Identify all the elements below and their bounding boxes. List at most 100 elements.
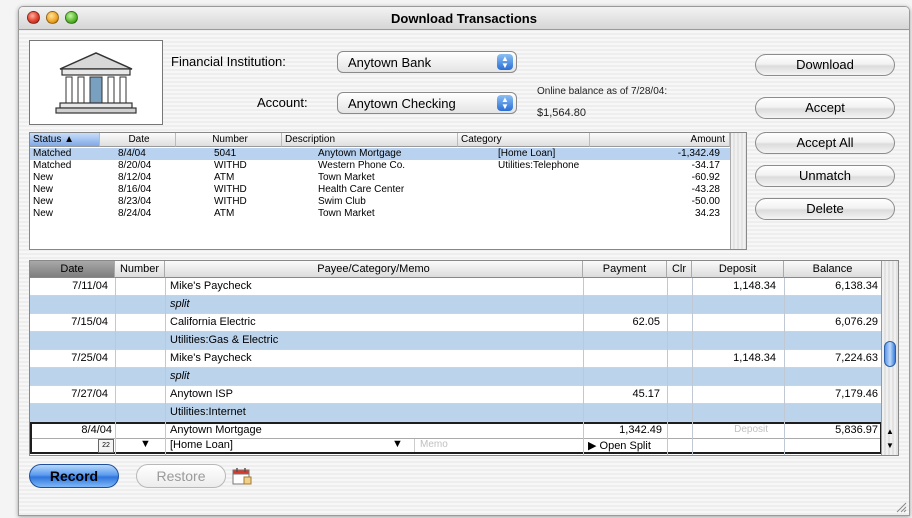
register-deposit-header[interactable]: Deposit bbox=[692, 261, 784, 278]
row-date: 8/4/04 bbox=[118, 148, 146, 159]
row-status: New bbox=[33, 196, 54, 207]
register-scroll-thumb[interactable] bbox=[884, 341, 896, 367]
row-amount: -1,342.49 bbox=[677, 148, 720, 159]
row-status: New bbox=[33, 184, 54, 195]
row-description: Town Market bbox=[318, 172, 375, 183]
register-payment: 45.17 bbox=[632, 388, 660, 400]
register-payment-header[interactable]: Payment bbox=[583, 261, 667, 278]
row-description: Western Phone Co. bbox=[318, 160, 406, 171]
calendar-icon[interactable] bbox=[231, 466, 253, 486]
row-date: 8/16/04 bbox=[118, 184, 152, 195]
row-number: WITHD bbox=[214, 184, 247, 195]
resize-grip-icon[interactable] bbox=[895, 501, 907, 513]
popup-arrows-icon: ▲ ▼ bbox=[497, 95, 513, 111]
download-row[interactable]: New 8/24/04 ATM Town Market 34.23 bbox=[30, 208, 730, 220]
row-category: Utilities:Telephone bbox=[498, 160, 580, 171]
edit-date-field[interactable]: 8/4/04 bbox=[81, 424, 112, 436]
status-column-header[interactable]: Status ▲ bbox=[30, 133, 100, 147]
register-deposit: 1,148.34 bbox=[733, 280, 776, 292]
register-table[interactable]: Date Number Payee/Category/Memo Payment … bbox=[29, 260, 899, 456]
row-amount: -34.17 bbox=[691, 160, 720, 171]
edit-payment-field[interactable]: 1,342.49 bbox=[619, 424, 662, 436]
register-category: Utilities:Gas & Electric bbox=[170, 334, 279, 346]
register-row[interactable]: 7/15/04 California Electric 62.05 6,076.… bbox=[30, 314, 882, 332]
row-description: Anytown Mortgage bbox=[318, 148, 402, 159]
register-deposit: 1,148.34 bbox=[733, 352, 776, 364]
row-description: Swim Club bbox=[318, 196, 366, 207]
edit-payee-field[interactable]: Anytown Mortgage bbox=[170, 424, 262, 436]
register-row[interactable]: 7/27/04 Anytown ISP 45.17 7,179.46 bbox=[30, 386, 882, 404]
column-divider bbox=[692, 278, 693, 455]
downloaded-transactions-table[interactable]: Status ▲ Date Number Description Categor… bbox=[29, 132, 747, 250]
date-column-header[interactable]: Date bbox=[100, 133, 176, 147]
unmatch-button[interactable]: Unmatch bbox=[755, 165, 895, 187]
popup-arrows-icon: ▲ ▼ bbox=[497, 54, 513, 70]
register-category-row[interactable]: split bbox=[30, 296, 882, 314]
register-category-row[interactable]: Utilities:Internet bbox=[30, 404, 882, 422]
delete-button[interactable]: Delete bbox=[755, 198, 895, 220]
register-payment: 62.05 bbox=[632, 316, 660, 328]
title-bar[interactable]: Download Transactions bbox=[19, 7, 909, 30]
open-split-button[interactable]: ▶ Open Split bbox=[588, 439, 651, 452]
scroll-up-arrow-icon[interactable]: ▲ bbox=[886, 427, 894, 436]
edit-category-field[interactable]: [Home Loan] bbox=[170, 439, 233, 451]
register-date: 7/11/04 bbox=[72, 280, 108, 292]
number-column-header[interactable]: Number bbox=[176, 133, 282, 147]
description-column-header[interactable]: Description bbox=[282, 133, 458, 147]
edit-balance-value: 5,836.97 bbox=[835, 424, 878, 436]
row-amount: 34.23 bbox=[694, 208, 720, 219]
download-row[interactable]: Matched 8/4/04 5041 Anytown Mortgage [Ho… bbox=[30, 148, 730, 160]
restore-button[interactable]: Restore bbox=[136, 464, 226, 488]
column-divider bbox=[784, 278, 785, 455]
row-date: 8/24/04 bbox=[118, 208, 152, 219]
column-divider bbox=[667, 278, 668, 455]
calendar-icon[interactable]: 22 bbox=[98, 439, 114, 453]
download-transactions-window: Download Transactions Financial Institut… bbox=[18, 6, 910, 516]
row-date: 8/23/04 bbox=[118, 196, 152, 207]
edit-deposit-field[interactable]: Deposit bbox=[734, 424, 768, 435]
register-number-header[interactable]: Number bbox=[115, 261, 165, 278]
download-row[interactable]: New 8/16/04 WITHD Health Care Center -43… bbox=[30, 184, 730, 196]
register-scrollbar[interactable]: ▲ ▼ bbox=[881, 261, 898, 455]
financial-institution-value: Anytown Bank bbox=[348, 55, 432, 70]
row-date: 8/20/04 bbox=[118, 160, 152, 171]
accept-all-button[interactable]: Accept All bbox=[755, 132, 895, 154]
account-popup[interactable]: Anytown Checking ▲ ▼ bbox=[337, 92, 517, 114]
amount-column-header[interactable]: Amount bbox=[590, 133, 730, 147]
row-amount: -50.00 bbox=[691, 196, 720, 207]
download-button[interactable]: Download bbox=[755, 54, 895, 76]
download-row[interactable]: New 8/23/04 WITHD Swim Club -50.00 bbox=[30, 196, 730, 208]
edit-transaction-row[interactable]: 8/4/04 Anytown Mortgage 1,342.49 Deposit… bbox=[30, 422, 882, 454]
edit-memo-field[interactable]: Memo bbox=[414, 439, 590, 452]
row-number: ATM bbox=[214, 172, 235, 183]
register-payee-header[interactable]: Payee/Category/Memo bbox=[165, 261, 583, 278]
register-date-header[interactable]: Date bbox=[30, 261, 115, 278]
bank-building-icon bbox=[29, 40, 163, 125]
column-divider bbox=[115, 278, 116, 455]
register-balance-header[interactable]: Balance bbox=[784, 261, 882, 278]
number-dropdown-arrow-icon[interactable]: ▼ bbox=[140, 438, 151, 450]
online-balance-label: Online balance as of 7/28/04: bbox=[537, 86, 668, 97]
download-row[interactable]: New 8/12/04 ATM Town Market -60.92 bbox=[30, 172, 730, 184]
register-category: split bbox=[170, 370, 190, 382]
register-row[interactable]: 7/25/04 Mike's Paycheck 1,148.34 7,224.6… bbox=[30, 350, 882, 368]
category-column-header[interactable]: Category bbox=[458, 133, 590, 147]
row-number: ATM bbox=[214, 208, 235, 219]
register-category-row[interactable]: Utilities:Gas & Electric bbox=[30, 332, 882, 350]
download-row[interactable]: Matched 8/20/04 WITHD Western Phone Co. … bbox=[30, 160, 730, 172]
category-dropdown-arrow-icon[interactable]: ▼ bbox=[392, 438, 403, 450]
row-date: 8/12/04 bbox=[118, 172, 152, 183]
record-button[interactable]: Record bbox=[29, 464, 119, 488]
financial-institution-popup[interactable]: Anytown Bank ▲ ▼ bbox=[337, 51, 517, 73]
row-description: Health Care Center bbox=[318, 184, 405, 195]
register-category-row[interactable]: split bbox=[30, 368, 882, 386]
register-row[interactable]: 7/11/04 Mike's Paycheck 1,148.34 6,138.3… bbox=[30, 278, 882, 296]
downloads-scrollbar[interactable] bbox=[730, 133, 746, 249]
register-balance: 7,224.63 bbox=[835, 352, 878, 364]
register-payee: Anytown ISP bbox=[170, 388, 233, 400]
column-divider bbox=[165, 278, 166, 455]
account-label: Account: bbox=[257, 95, 308, 110]
accept-button[interactable]: Accept bbox=[755, 97, 895, 119]
scroll-down-arrow-icon[interactable]: ▼ bbox=[886, 441, 894, 450]
register-clr-header[interactable]: Clr bbox=[667, 261, 692, 278]
